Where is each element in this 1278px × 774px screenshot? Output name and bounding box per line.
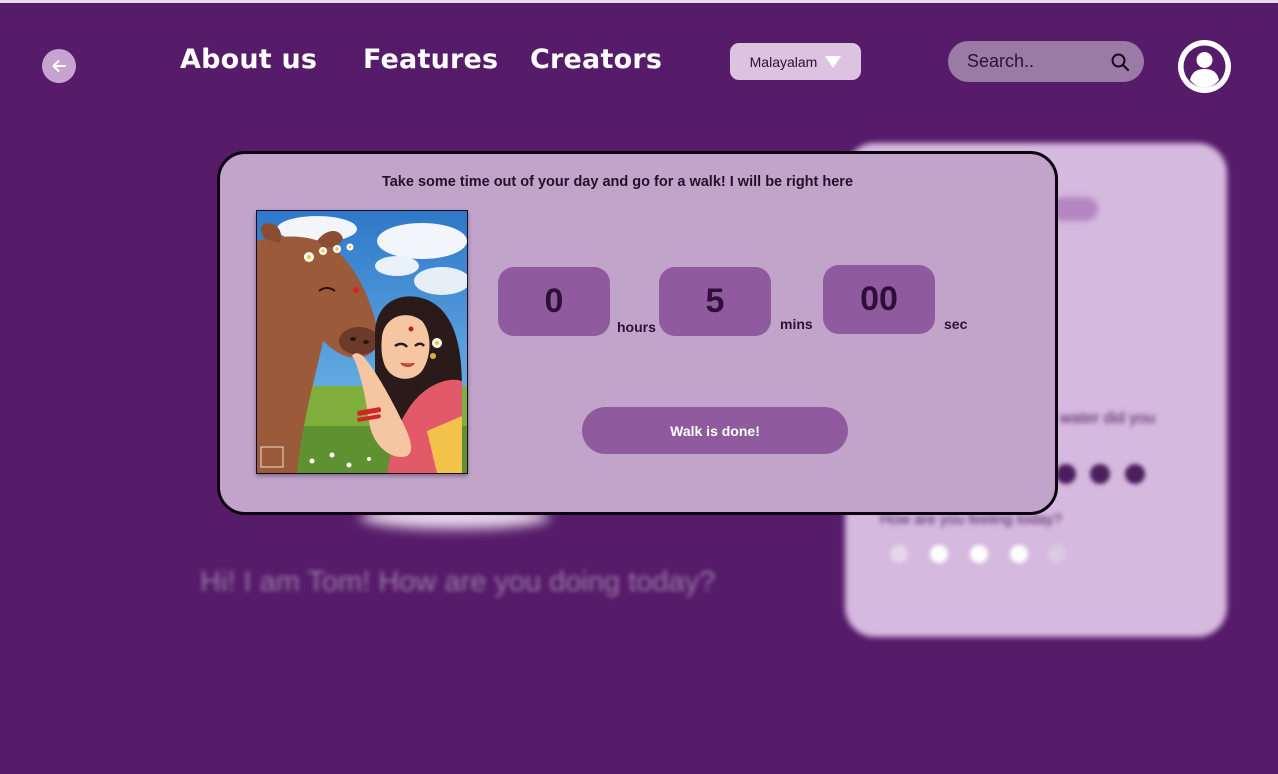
walk-timer-modal: Take some time out of your day and go fo… xyxy=(217,151,1058,515)
timer-hours-label: hours xyxy=(617,319,656,335)
user-avatar-icon xyxy=(1183,45,1226,88)
background-card-question-1: water did you xyxy=(1060,410,1156,427)
window-top-border xyxy=(0,0,1278,3)
back-arrow-icon xyxy=(52,60,66,72)
background-greeting: Hi! I am Tom! How are you doing today? xyxy=(200,566,716,598)
girl-and-cow-illustration xyxy=(256,210,468,474)
walk-done-button[interactable]: Walk is done! xyxy=(582,407,848,454)
background-mood-icon xyxy=(890,545,908,563)
search-icon[interactable] xyxy=(1110,52,1130,72)
background-mood-icon xyxy=(1048,545,1066,563)
nav-about-us[interactable]: About us xyxy=(180,44,317,75)
language-selected-value: Malayalam xyxy=(749,53,818,70)
timer-hours-box[interactable]: 0 xyxy=(498,267,610,336)
background-mood-icon xyxy=(930,545,948,563)
nav-creators[interactable]: Creators xyxy=(530,44,662,75)
back-button[interactable] xyxy=(42,49,76,83)
user-avatar-button[interactable] xyxy=(1178,40,1231,93)
language-dropdown[interactable]: Malayalam xyxy=(730,43,861,80)
search-box[interactable] xyxy=(948,41,1144,82)
background-mood-icon xyxy=(1010,545,1028,563)
timer-sec-box[interactable]: 00 xyxy=(823,265,935,334)
background-glass-icon xyxy=(1090,464,1110,484)
modal-message: Take some time out of your day and go fo… xyxy=(381,174,854,190)
background-mood-icon xyxy=(970,545,988,563)
dropdown-triangle-icon xyxy=(825,55,842,68)
background-glass-icon xyxy=(1125,464,1145,484)
timer-mins-label: mins xyxy=(780,316,813,332)
background-glass-icon xyxy=(1056,464,1076,484)
nav-features[interactable]: Features xyxy=(363,44,498,75)
timer-mins-box[interactable]: 5 xyxy=(659,267,771,336)
timer-sec-label: sec xyxy=(944,316,968,332)
search-input[interactable] xyxy=(965,50,1110,73)
